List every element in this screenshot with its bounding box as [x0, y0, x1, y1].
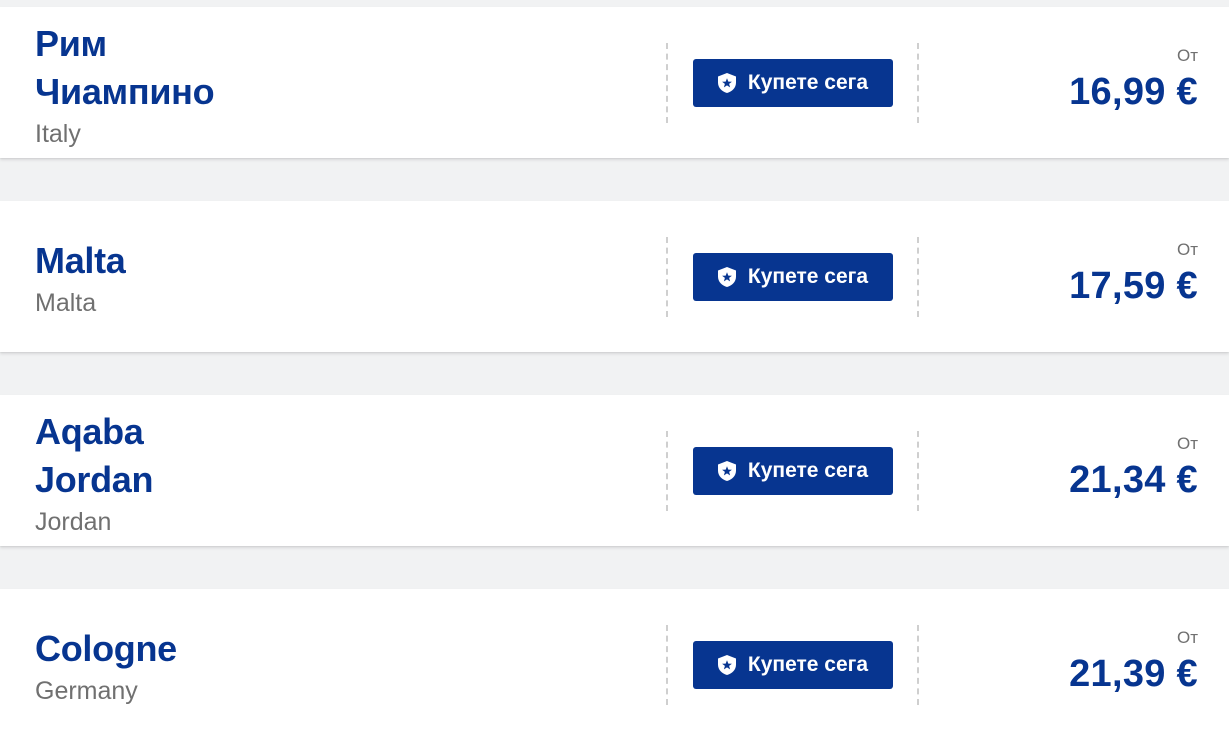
price-value: 16,99 € [1069, 71, 1198, 113]
divider [666, 43, 668, 123]
destination-city-line: Рим [35, 23, 107, 64]
buy-now-label: Купете сега [747, 459, 869, 482]
buy-now-button[interactable]: Купете сега [693, 641, 893, 689]
destination-city-line: Jordan [35, 459, 154, 500]
destination-country: Jordan [35, 508, 112, 536]
destination: Aqaba Jordan Jordan [35, 408, 154, 537]
destination-city-line: Malta [35, 240, 126, 281]
price-value: 17,59 € [1069, 265, 1198, 307]
price-block: От 17,59 € [1069, 239, 1198, 307]
destination-city-line: Cologne [35, 628, 177, 669]
shield-star-icon [717, 73, 736, 93]
flight-deal-card[interactable]: Cologne Germany Купете сега От 21,39 € [0, 589, 1229, 740]
flight-deals-list: Рим Чиампино Italy Купете сега От 16,99 … [0, 0, 1229, 740]
price-from-label: От [1176, 628, 1198, 647]
price-value: 21,39 € [1069, 653, 1198, 695]
buy-now-button[interactable]: Купете сега [693, 253, 893, 301]
divider [917, 43, 919, 123]
destination: Рим Чиампино Italy [35, 20, 215, 149]
divider [666, 237, 668, 317]
destination-country: Malta [35, 289, 97, 317]
destination: Cologne Germany [35, 625, 177, 706]
price-block: От 16,99 € [1069, 45, 1198, 113]
shield-star-icon [717, 655, 736, 675]
destination-city-line: Чиампино [35, 71, 215, 112]
price-from-label: От [1176, 46, 1198, 65]
destination-city-line: Aqaba [35, 411, 144, 452]
divider [666, 431, 668, 511]
flight-deal-card[interactable]: Malta Malta Купете сега От 17,59 € [0, 201, 1229, 352]
buy-now-button[interactable]: Купете сега [693, 59, 893, 107]
divider [917, 237, 919, 317]
destination: Malta Malta [35, 237, 126, 318]
flight-deal-card[interactable]: Aqaba Jordan Jordan Купете сега От 21,34… [0, 395, 1229, 546]
shield-star-icon [717, 267, 736, 287]
buy-now-label: Купете сега [747, 265, 869, 288]
price-from-label: От [1176, 240, 1198, 259]
divider [917, 431, 919, 511]
buy-now-button[interactable]: Купете сега [693, 447, 893, 495]
price-from-label: От [1176, 434, 1198, 453]
destination-country: Germany [35, 677, 138, 705]
price-value: 21,34 € [1069, 459, 1198, 501]
flight-deal-card[interactable]: Рим Чиампино Italy Купете сега От 16,99 … [0, 7, 1229, 158]
price-block: От 21,34 € [1069, 433, 1198, 501]
divider [666, 625, 668, 705]
price-block: От 21,39 € [1069, 627, 1198, 695]
buy-now-label: Купете сега [747, 653, 869, 676]
shield-star-icon [717, 461, 736, 481]
destination-country: Italy [35, 120, 81, 148]
divider [917, 625, 919, 705]
buy-now-label: Купете сега [747, 71, 869, 94]
